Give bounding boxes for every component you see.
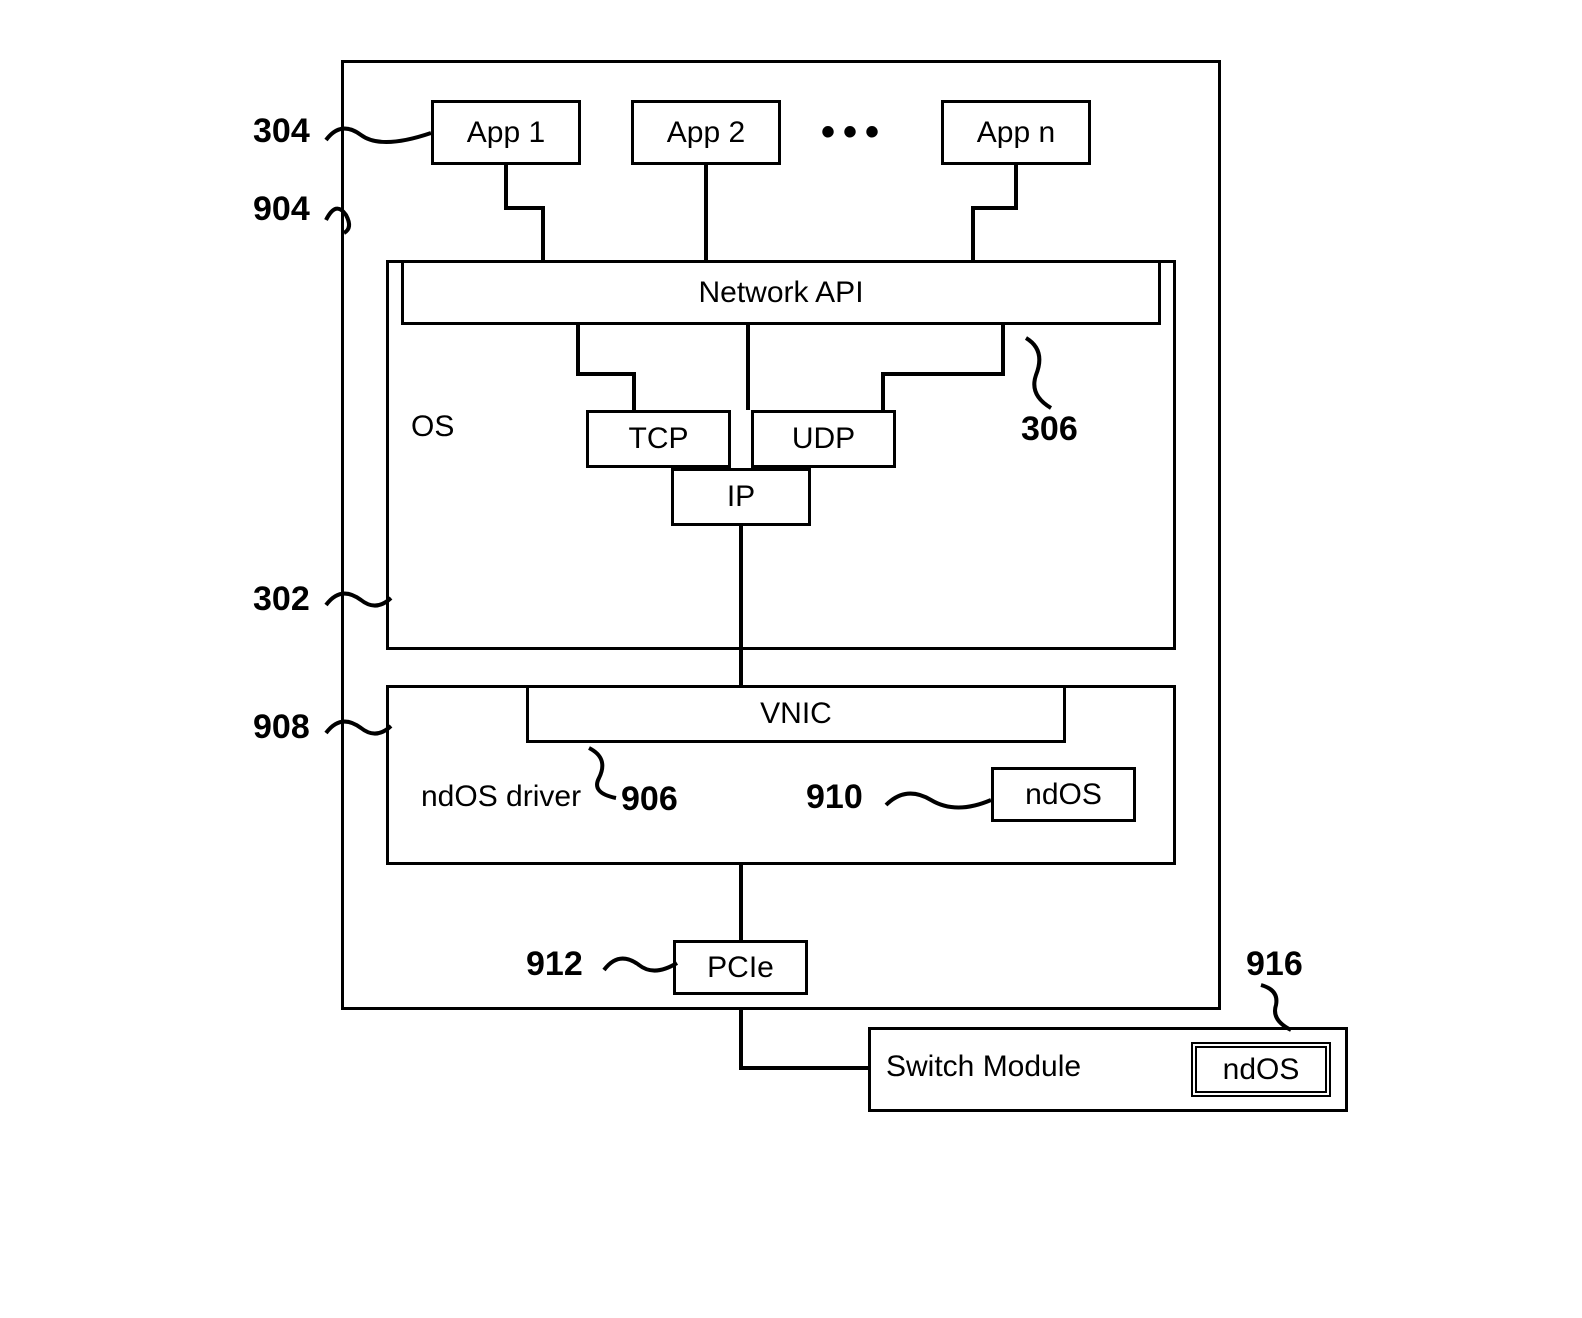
line bbox=[576, 372, 636, 376]
line bbox=[541, 206, 545, 262]
diagram-viewport: App 1 App 2 ••• App n OS Network API TCP… bbox=[191, 40, 1391, 1140]
line bbox=[504, 206, 544, 210]
network-api-box: Network API bbox=[401, 260, 1161, 325]
vnic-box: VNIC bbox=[526, 685, 1066, 743]
switch-module-label: Switch Module bbox=[886, 1050, 1081, 1084]
tcp-box: TCP bbox=[586, 410, 731, 468]
label-304: 304 bbox=[253, 112, 310, 151]
ndos-inner-box: ndOS bbox=[991, 767, 1136, 822]
line bbox=[739, 1010, 743, 1070]
udp-box: UDP bbox=[751, 410, 896, 468]
label-306: 306 bbox=[1021, 410, 1078, 449]
pcie-box: PCIe bbox=[673, 940, 808, 995]
line bbox=[739, 865, 743, 940]
line bbox=[881, 372, 1005, 376]
line bbox=[971, 206, 1018, 210]
ndos-switch-box: ndOS bbox=[1191, 1042, 1331, 1097]
app1-box: App 1 bbox=[431, 100, 581, 165]
ip-label: IP bbox=[727, 480, 755, 514]
label-912: 912 bbox=[526, 945, 583, 984]
line bbox=[746, 325, 750, 410]
udp-label: UDP bbox=[792, 422, 855, 456]
line bbox=[704, 165, 708, 261]
dots: ••• bbox=[821, 110, 887, 155]
ndos-inner-label: ndOS bbox=[1025, 778, 1102, 812]
app1-label: App 1 bbox=[467, 116, 545, 150]
line bbox=[1014, 165, 1018, 210]
appn-box: App n bbox=[941, 100, 1091, 165]
pcie-label: PCIe bbox=[707, 951, 774, 985]
label-904: 904 bbox=[253, 190, 310, 229]
line bbox=[739, 526, 743, 686]
line bbox=[504, 165, 508, 210]
label-916: 916 bbox=[1246, 945, 1303, 984]
vnic-label: VNIC bbox=[760, 697, 832, 731]
label-302: 302 bbox=[253, 580, 310, 619]
app2-box: App 2 bbox=[631, 100, 781, 165]
appn-label: App n bbox=[977, 116, 1055, 150]
line bbox=[739, 1066, 869, 1070]
ndos-driver-label: ndOS driver bbox=[421, 780, 581, 814]
os-label: OS bbox=[411, 410, 454, 444]
label-910: 910 bbox=[806, 778, 863, 817]
ip-box: IP bbox=[671, 468, 811, 526]
line bbox=[971, 206, 975, 262]
ndos-switch-label: ndOS bbox=[1223, 1053, 1300, 1087]
tcp-label: TCP bbox=[629, 422, 689, 456]
label-908: 908 bbox=[253, 708, 310, 747]
app2-label: App 2 bbox=[667, 116, 745, 150]
line bbox=[576, 325, 580, 375]
line bbox=[1001, 325, 1005, 375]
line bbox=[632, 372, 636, 412]
network-api-label: Network API bbox=[698, 276, 863, 310]
line bbox=[881, 372, 885, 412]
